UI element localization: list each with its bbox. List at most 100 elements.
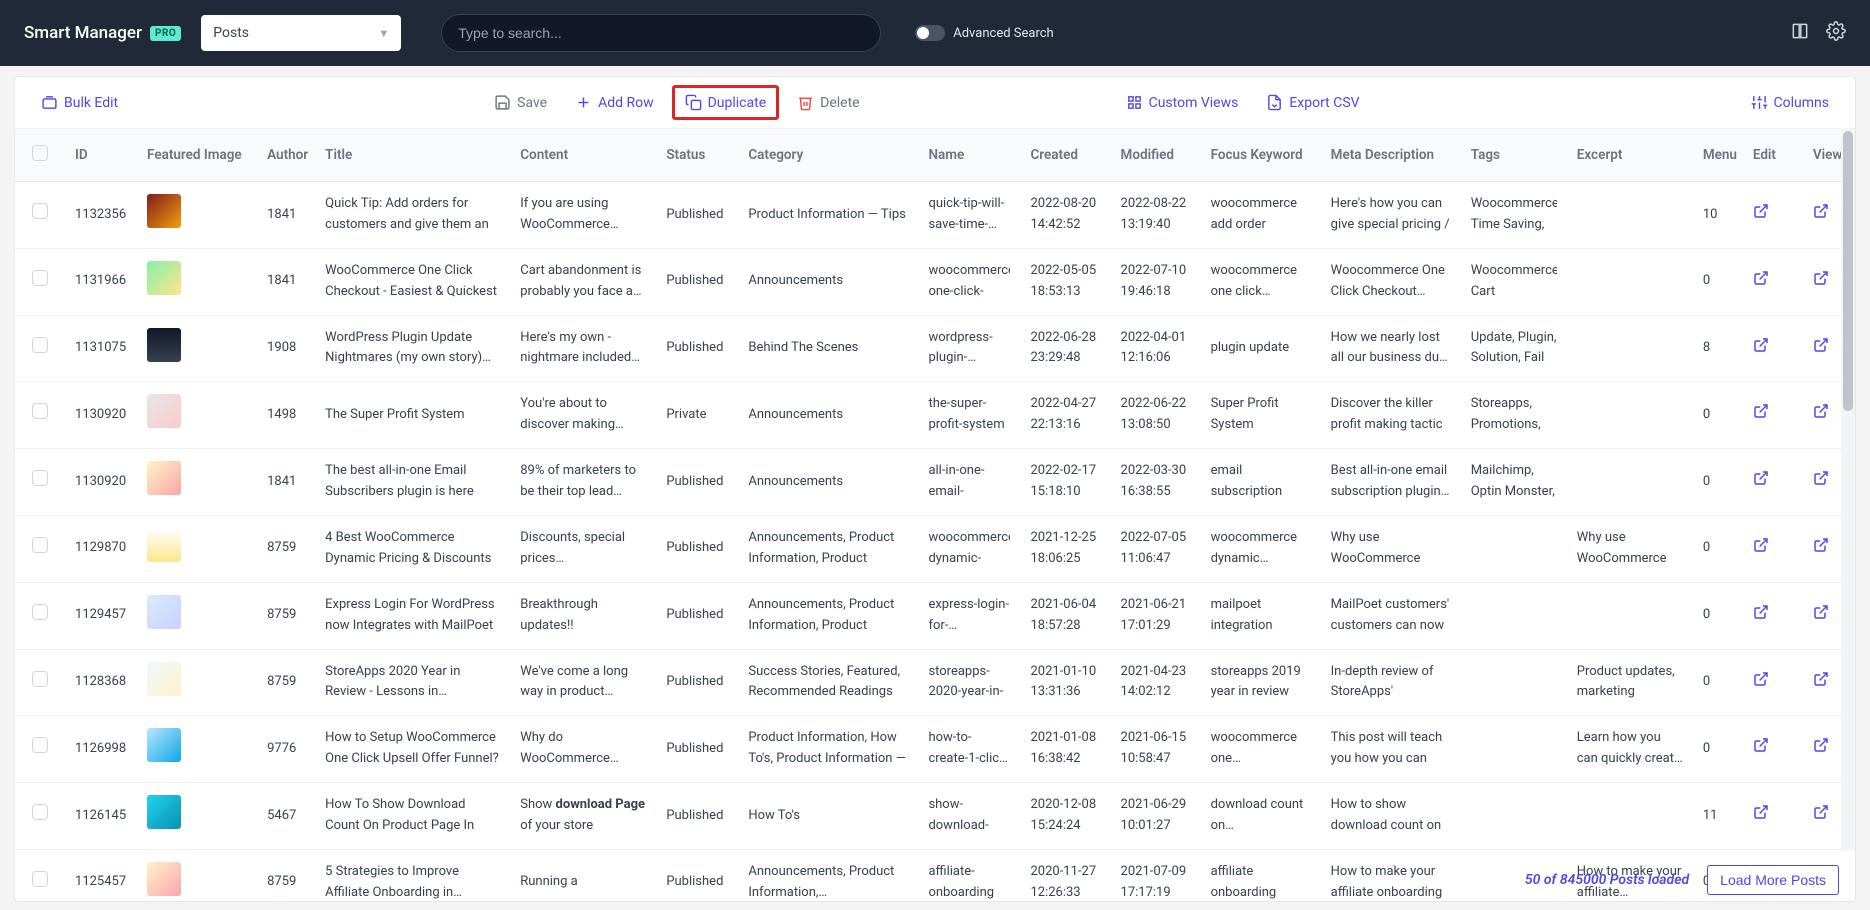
cell-status[interactable]: Published bbox=[656, 716, 738, 783]
cell-id[interactable]: 1129457 bbox=[65, 582, 137, 649]
cell-tags[interactable] bbox=[1461, 783, 1567, 850]
row-checkbox[interactable] bbox=[32, 270, 48, 286]
cell-status[interactable]: Published bbox=[656, 783, 738, 850]
cell-created[interactable]: 2022-02-17 15:18:10 bbox=[1020, 449, 1110, 516]
cell-excerpt[interactable] bbox=[1567, 783, 1693, 850]
cell-modified[interactable]: 2021-06-21 17:01:29 bbox=[1111, 582, 1201, 649]
cell-modified[interactable]: 2022-04-01 12:16:06 bbox=[1111, 315, 1201, 382]
cell-created[interactable]: 2020-12-08 15:24:24 bbox=[1020, 783, 1110, 850]
external-link-icon[interactable] bbox=[1813, 275, 1829, 290]
cell-excerpt[interactable] bbox=[1567, 182, 1693, 249]
cell-author[interactable]: 1841 bbox=[257, 182, 315, 249]
col-category[interactable]: Category bbox=[738, 129, 918, 182]
cell-status[interactable]: Published bbox=[656, 849, 738, 901]
cell-excerpt[interactable] bbox=[1567, 315, 1693, 382]
col-tags[interactable]: Tags bbox=[1461, 129, 1567, 182]
cell-name[interactable]: express-login-for-wordpress- bbox=[918, 582, 1020, 649]
external-link-icon[interactable] bbox=[1813, 208, 1829, 223]
cell-featured-image[interactable] bbox=[137, 315, 257, 382]
cell-category[interactable]: Success Stories, Featured, Recommended R… bbox=[738, 649, 918, 716]
cell-author[interactable]: 8759 bbox=[257, 515, 315, 582]
cell-tags[interactable] bbox=[1461, 582, 1567, 649]
cell-created[interactable]: 2022-05-05 18:53:13 bbox=[1020, 248, 1110, 315]
cell-content[interactable]: If you are using WooCommerce handy solut… bbox=[510, 182, 656, 249]
cell-edit[interactable] bbox=[1743, 783, 1803, 850]
cell-menu[interactable]: 11 bbox=[1693, 783, 1743, 850]
col-meta[interactable]: Meta Description bbox=[1321, 129, 1461, 182]
cell-modified[interactable]: 2022-08-22 13:19:40 bbox=[1111, 182, 1201, 249]
cell-name[interactable]: woocommerce-one-click- bbox=[918, 248, 1020, 315]
cell-meta[interactable]: In-depth review of StoreApps' bbox=[1321, 649, 1461, 716]
col-excerpt[interactable]: Excerpt bbox=[1567, 129, 1693, 182]
cell-category[interactable]: Product Information, How To's, Product I… bbox=[738, 716, 918, 783]
cell-focus[interactable]: plugin update bbox=[1201, 315, 1321, 382]
cell-featured-image[interactable] bbox=[137, 382, 257, 449]
cell-name[interactable]: quick-tip-will-save-time-pile- bbox=[918, 182, 1020, 249]
cell-status[interactable]: Published bbox=[656, 248, 738, 315]
cell-focus[interactable]: storeapps 2019 year in review bbox=[1201, 649, 1321, 716]
row-checkbox[interactable] bbox=[32, 804, 48, 820]
cell-modified[interactable]: 2021-06-29 10:01:27 bbox=[1111, 783, 1201, 850]
cell-tags[interactable]: Mailchimp, Optin Monster, bbox=[1461, 449, 1567, 516]
cell-excerpt[interactable]: Product updates, marketing bbox=[1567, 649, 1693, 716]
cell-id[interactable]: 1131075 bbox=[65, 315, 137, 382]
cell-status[interactable]: Published bbox=[656, 582, 738, 649]
delete-button[interactable]: Delete bbox=[787, 88, 869, 117]
external-link-icon[interactable] bbox=[1753, 208, 1769, 223]
cell-tags[interactable] bbox=[1461, 716, 1567, 783]
cell-created[interactable]: 2022-06-28 23:29:48 bbox=[1020, 315, 1110, 382]
col-focus[interactable]: Focus Keyword bbox=[1201, 129, 1321, 182]
cell-edit[interactable] bbox=[1743, 248, 1803, 315]
cell-author[interactable]: 8759 bbox=[257, 649, 315, 716]
row-checkbox[interactable] bbox=[32, 337, 48, 353]
cell-created[interactable]: 2022-08-20 14:42:52 bbox=[1020, 182, 1110, 249]
row-checkbox[interactable] bbox=[32, 470, 48, 486]
cell-featured-image[interactable] bbox=[137, 515, 257, 582]
cell-status[interactable]: Private bbox=[656, 382, 738, 449]
cell-id[interactable]: 1128368 bbox=[65, 649, 137, 716]
cell-category[interactable]: Announcements, Product Information, Prod… bbox=[738, 515, 918, 582]
cell-content[interactable]: Here's my own - nightmare included some … bbox=[510, 315, 656, 382]
cell-featured-image[interactable] bbox=[137, 182, 257, 249]
cell-focus[interactable]: woocommerce dynamic pricing,woocommerce bbox=[1201, 515, 1321, 582]
row-checkbox[interactable] bbox=[32, 871, 48, 887]
external-link-icon[interactable] bbox=[1813, 408, 1829, 423]
col-modified[interactable]: Modified bbox=[1111, 129, 1201, 182]
cell-featured-image[interactable] bbox=[137, 716, 257, 783]
cell-category[interactable]: Announcements bbox=[738, 382, 918, 449]
cell-edit[interactable] bbox=[1743, 582, 1803, 649]
cell-meta[interactable]: How we nearly lost all our business due … bbox=[1321, 315, 1461, 382]
cell-id[interactable]: 1129870 bbox=[65, 515, 137, 582]
external-link-icon[interactable] bbox=[1753, 542, 1769, 557]
search-input[interactable] bbox=[458, 25, 864, 41]
row-checkbox[interactable] bbox=[32, 737, 48, 753]
cell-tags[interactable]: Woocommerce, Time Saving, bbox=[1461, 182, 1567, 249]
cell-focus[interactable]: download count on woocommerce bbox=[1201, 783, 1321, 850]
cell-content[interactable]: Discounts, special prices products...pro… bbox=[510, 515, 656, 582]
cell-featured-image[interactable] bbox=[137, 449, 257, 516]
cell-id[interactable]: 1125457 bbox=[65, 849, 137, 901]
external-link-icon[interactable] bbox=[1813, 676, 1829, 691]
external-link-icon[interactable] bbox=[1753, 609, 1769, 624]
cell-menu[interactable]: 0 bbox=[1693, 649, 1743, 716]
cell-title[interactable]: Quick Tip: Add orders for customers and … bbox=[315, 182, 510, 249]
cell-title[interactable]: How to Setup WooCommerce One Click Upsel… bbox=[315, 716, 510, 783]
external-link-icon[interactable] bbox=[1813, 542, 1829, 557]
cell-author[interactable]: 8759 bbox=[257, 849, 315, 901]
gear-icon[interactable] bbox=[1826, 21, 1846, 45]
cell-category[interactable]: Announcements, Product Information, Prod… bbox=[738, 582, 918, 649]
cell-menu[interactable]: 0 bbox=[1693, 515, 1743, 582]
cell-focus[interactable]: affiliate onboarding bbox=[1201, 849, 1321, 901]
cell-author[interactable]: 1841 bbox=[257, 449, 315, 516]
cell-menu[interactable]: 0 bbox=[1693, 449, 1743, 516]
cell-focus[interactable]: mailpoet integration bbox=[1201, 582, 1321, 649]
cell-excerpt[interactable] bbox=[1567, 248, 1693, 315]
cell-category[interactable]: Announcements bbox=[738, 449, 918, 516]
cell-name[interactable]: show-download- bbox=[918, 783, 1020, 850]
cell-created[interactable]: 2021-01-10 13:31:36 bbox=[1020, 649, 1110, 716]
cell-title[interactable]: 4 Best WooCommerce Dynamic Pricing & Dis… bbox=[315, 515, 510, 582]
row-checkbox[interactable] bbox=[32, 604, 48, 620]
cell-author[interactable]: 1841 bbox=[257, 248, 315, 315]
col-menu[interactable]: Menu bbox=[1693, 129, 1743, 182]
cell-focus[interactable]: woocommerce one click checkout bbox=[1201, 248, 1321, 315]
